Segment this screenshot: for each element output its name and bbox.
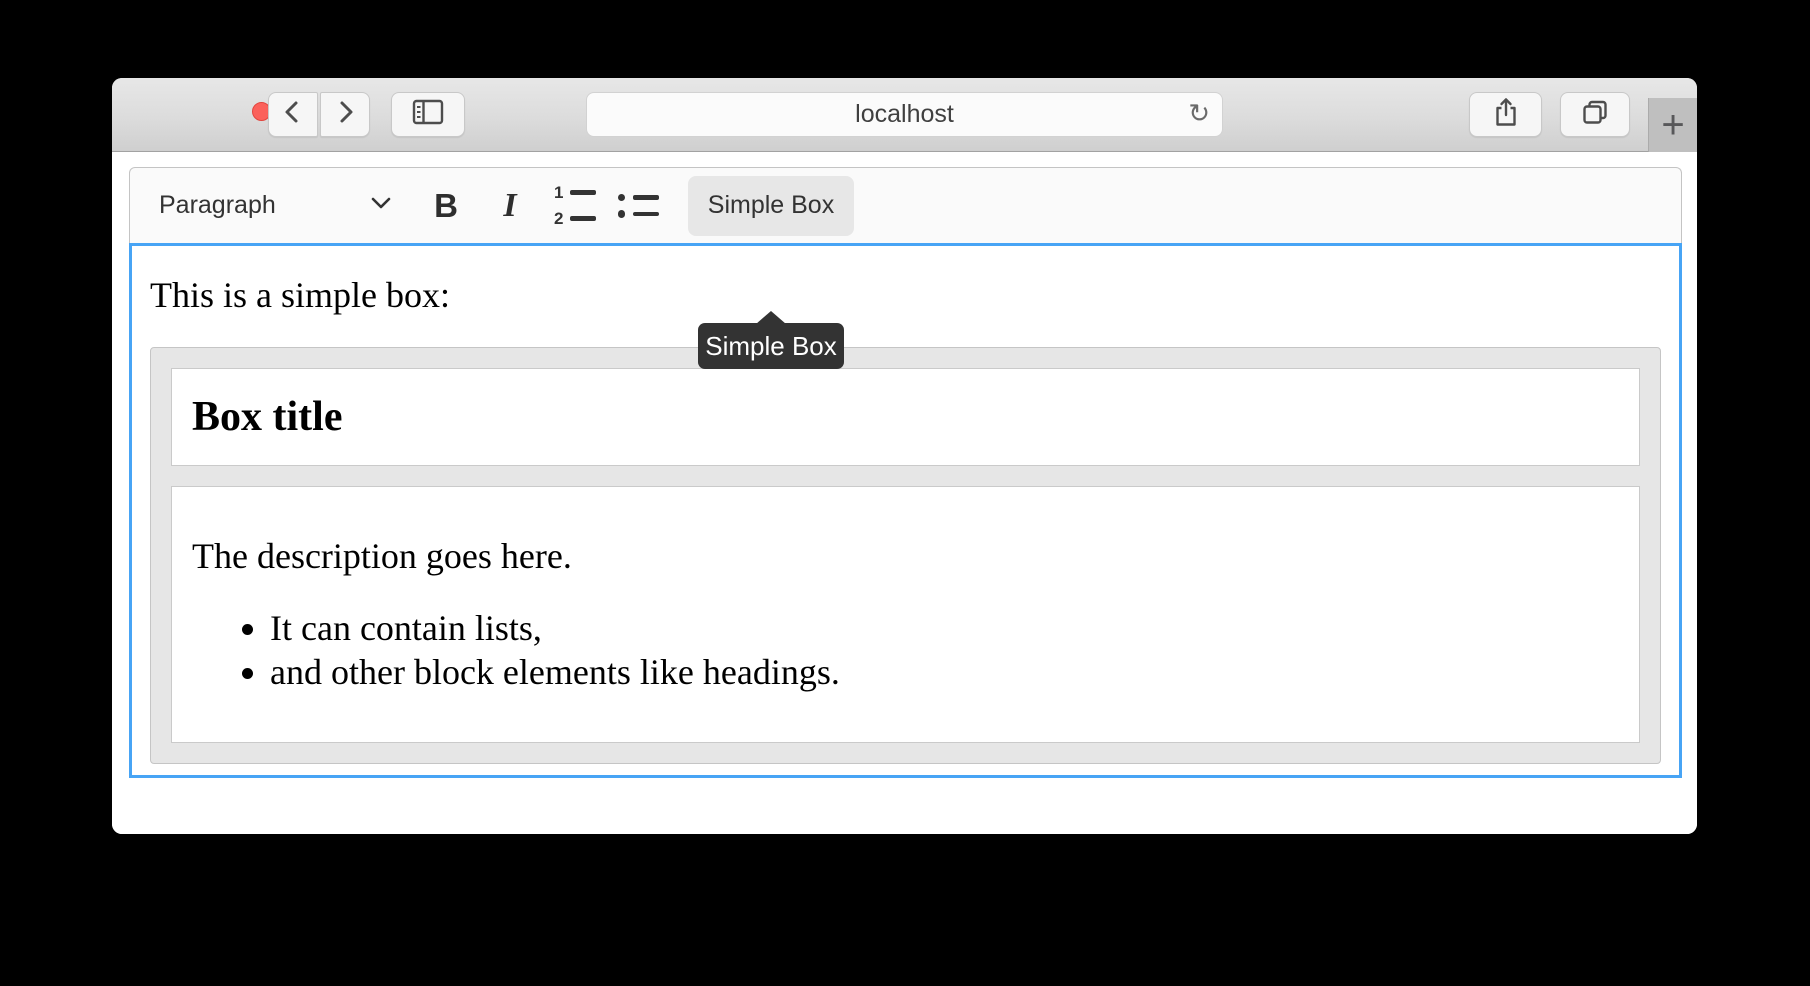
share-button[interactable]: [1469, 92, 1542, 137]
sidebar-toggle-button[interactable]: [391, 92, 465, 137]
web-page: Paragraph B I 1 2: [112, 153, 1697, 834]
new-tab-button[interactable]: +: [1648, 98, 1697, 152]
intro-paragraph: This is a simple box:: [150, 274, 1661, 317]
address-bar[interactable]: localhost ↻: [586, 92, 1223, 137]
description-list: It can contain lists, and other block el…: [192, 606, 1619, 694]
bold-button[interactable]: B: [424, 176, 468, 236]
address-bar-text: localhost: [855, 100, 954, 129]
simple-box-button-label: Simple Box: [708, 191, 834, 220]
bulleted-list-button[interactable]: [616, 176, 660, 236]
editor-content-area[interactable]: This is a simple box: Box title The desc…: [129, 243, 1682, 778]
simple-box-tooltip: Simple Box: [698, 323, 844, 369]
editor-toolbar: Paragraph B I 1 2: [129, 167, 1682, 243]
plus-icon: +: [1661, 103, 1684, 148]
simple-box-title[interactable]: Box title: [171, 368, 1640, 466]
tooltip-text: Simple Box: [705, 331, 837, 362]
desktop-background: localhost ↻: [0, 0, 1810, 986]
description-paragraph: The description goes here.: [192, 535, 1619, 578]
forward-button[interactable]: [320, 92, 370, 137]
simple-box-widget[interactable]: Box title The description goes here. It …: [150, 347, 1661, 764]
share-icon: [1493, 96, 1519, 133]
chevron-right-icon: [332, 98, 358, 131]
bold-icon: B: [434, 187, 458, 225]
numbered-list-button[interactable]: 1 2: [552, 176, 596, 236]
numbered-list-icon: 1 2: [553, 184, 596, 227]
show-all-tabs-button[interactable]: [1560, 92, 1630, 137]
italic-icon: I: [503, 187, 516, 225]
list-item: It can contain lists,: [270, 606, 1619, 650]
chevron-left-icon: [280, 98, 306, 131]
browser-window: localhost ↻: [112, 78, 1697, 834]
chevron-down-icon: [370, 196, 392, 215]
simple-box-description[interactable]: The description goes here. It can contai…: [171, 486, 1640, 743]
paragraph-style-label: Paragraph: [159, 191, 276, 220]
paragraph-style-dropdown[interactable]: Paragraph: [157, 176, 398, 236]
browser-titlebar: localhost ↻: [112, 78, 1697, 152]
italic-button[interactable]: I: [488, 176, 532, 236]
bulleted-list-icon: [617, 194, 660, 218]
list-item: and other block elements like headings.: [270, 650, 1619, 694]
back-button[interactable]: [268, 92, 318, 137]
tabs-icon: [1580, 97, 1610, 132]
simple-box-button[interactable]: Simple Box: [688, 176, 854, 236]
reload-icon[interactable]: ↻: [1188, 101, 1210, 127]
sidebar-icon: [412, 99, 444, 130]
